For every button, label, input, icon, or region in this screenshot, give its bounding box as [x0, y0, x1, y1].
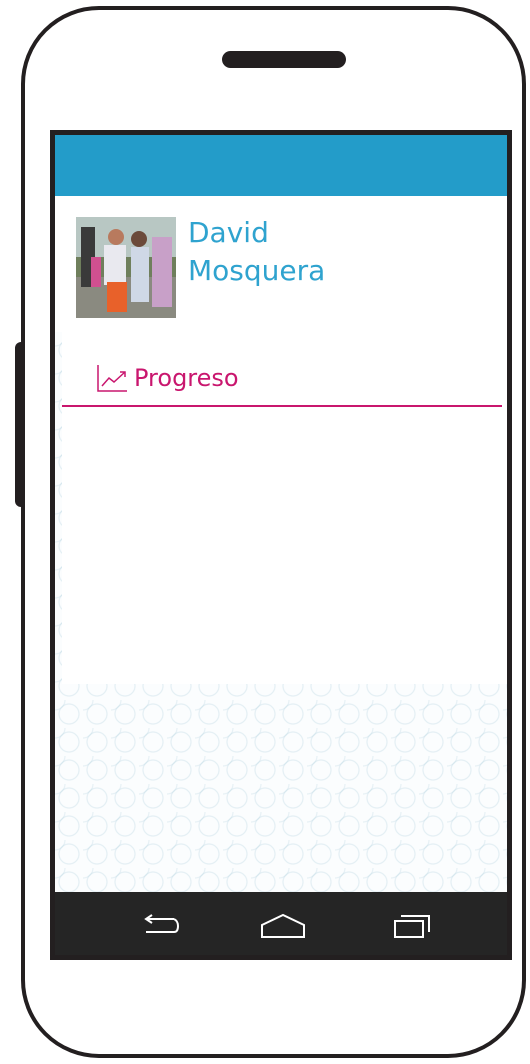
user-name: David Mosquera — [188, 214, 325, 290]
section-title-label: Progreso — [134, 364, 239, 392]
recent-apps-button[interactable] — [389, 909, 435, 943]
home-button[interactable] — [260, 909, 306, 943]
back-button[interactable] — [137, 909, 183, 943]
avatar[interactable] — [76, 217, 176, 318]
back-icon — [144, 914, 180, 933]
line-chart-icon — [97, 365, 127, 392]
profile-header: David Mosquera — [55, 196, 507, 332]
section-divider — [62, 405, 502, 407]
user-first-name: David — [188, 216, 269, 249]
user-last-name: Mosquera — [188, 254, 326, 287]
home-icon — [261, 913, 305, 938]
phone-screen: David Mosquera Progreso — [50, 130, 512, 960]
avatar-photo — [76, 217, 176, 318]
android-nav-bar — [55, 892, 507, 955]
progress-section: Progreso — [62, 332, 507, 684]
phone-speaker — [222, 51, 346, 68]
app-top-bar — [55, 135, 507, 196]
section-title[interactable]: Progreso — [96, 363, 239, 393]
recent-apps-icon — [394, 915, 430, 938]
